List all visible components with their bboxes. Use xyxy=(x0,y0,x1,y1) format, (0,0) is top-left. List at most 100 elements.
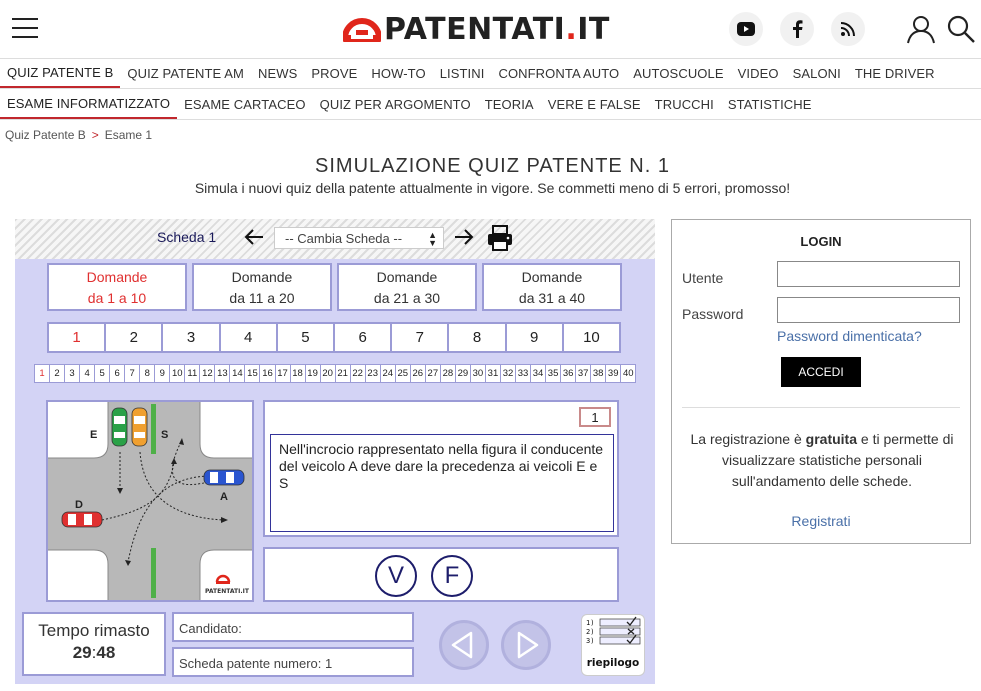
login-divider xyxy=(682,407,960,408)
nav-item-statistiche[interactable]: STATISTICHE xyxy=(721,89,819,119)
menu-icon[interactable] xyxy=(12,18,38,38)
facebook-icon[interactable] xyxy=(780,12,814,46)
question-mini-button[interactable]: 30 xyxy=(471,365,486,382)
question-number-button[interactable]: 2 xyxy=(106,324,164,351)
question-mini-button[interactable]: 35 xyxy=(546,365,562,382)
question-mini-button[interactable]: 37 xyxy=(576,365,592,382)
breadcrumb-separator: > xyxy=(91,128,99,142)
question-mini-button[interactable]: 40 xyxy=(621,365,635,382)
question-mini-button[interactable]: 33 xyxy=(516,365,532,382)
previous-question-button[interactable] xyxy=(439,620,489,670)
user-icon[interactable] xyxy=(906,14,936,44)
question-mini-button[interactable]: 5 xyxy=(95,365,111,382)
question-number-button[interactable]: 6 xyxy=(335,324,393,351)
question-mini-button[interactable]: 9 xyxy=(155,365,171,382)
question-mini-button[interactable]: 8 xyxy=(140,365,156,382)
question-number-button[interactable]: 5 xyxy=(278,324,336,351)
question-mini-button[interactable]: 27 xyxy=(426,365,441,382)
previous-scheda-arrow-icon[interactable] xyxy=(243,227,265,247)
question-group-button[interactable]: Domande da 11 a 20 xyxy=(192,263,332,311)
nav-item-confronta-auto[interactable]: CONFRONTA AUTO xyxy=(491,59,626,88)
nav-item-teoria[interactable]: TEORIA xyxy=(478,89,541,119)
nav-item-trucchi[interactable]: TRUCCHI xyxy=(648,89,721,119)
answer-true-button[interactable]: V xyxy=(375,555,417,597)
question-mini-button[interactable]: 22 xyxy=(351,365,366,382)
question-mini-button[interactable]: 4 xyxy=(80,365,96,382)
question-mini-button[interactable]: 26 xyxy=(411,365,426,382)
question-mini-button[interactable]: 15 xyxy=(245,365,261,382)
question-mini-button[interactable]: 19 xyxy=(306,365,321,382)
next-question-button[interactable] xyxy=(501,620,551,670)
nav-item-news[interactable]: NEWS xyxy=(251,59,304,88)
next-scheda-arrow-icon[interactable] xyxy=(453,227,475,247)
question-mini-button[interactable]: 21 xyxy=(336,365,351,382)
riepilogo-button[interactable]: 1) 2) 3) riepilogo xyxy=(581,614,645,676)
question-mini-button[interactable]: 1 xyxy=(35,365,51,382)
question-mini-button[interactable]: 6 xyxy=(110,365,126,382)
figure-watermark: PATENTATI.IT xyxy=(205,588,250,595)
question-mini-button[interactable]: 38 xyxy=(591,365,607,382)
question-mini-button[interactable]: 24 xyxy=(381,365,396,382)
login-submit-button[interactable]: ACCEDI xyxy=(781,357,861,387)
breadcrumb-item-quiz-patente-b[interactable]: Quiz Patente B xyxy=(5,128,86,142)
question-mini-button[interactable]: 39 xyxy=(606,365,622,382)
nav-item-video[interactable]: VIDEO xyxy=(731,59,786,88)
question-mini-button[interactable]: 18 xyxy=(291,365,306,382)
password-input[interactable] xyxy=(777,297,960,323)
question-group-button[interactable]: Domande da 31 a 40 xyxy=(482,263,622,311)
print-icon[interactable] xyxy=(487,225,513,251)
question-mini-button[interactable]: 3 xyxy=(65,365,81,382)
youtube-icon[interactable] xyxy=(729,12,763,46)
nav-item-the-driver[interactable]: THE DRIVER xyxy=(848,59,942,88)
question-number-button[interactable]: 9 xyxy=(507,324,564,351)
nav-item-how-to[interactable]: HOW-TO xyxy=(364,59,432,88)
question-mini-button[interactable]: 2 xyxy=(50,365,66,382)
cambia-scheda-select[interactable]: -- Cambia Scheda -- ▲ ▼ xyxy=(274,227,444,249)
question-mini-button[interactable]: 31 xyxy=(486,365,501,382)
rss-icon[interactable] xyxy=(831,12,865,46)
question-number-button[interactable]: 3 xyxy=(163,324,221,351)
nav-item-autoscuole[interactable]: AUTOSCUOLE xyxy=(626,59,730,88)
question-mini-button[interactable]: 28 xyxy=(441,365,456,382)
question-mini-button[interactable]: 20 xyxy=(321,365,336,382)
question-mini-button[interactable]: 23 xyxy=(366,365,381,382)
nav-item-saloni[interactable]: SALONI xyxy=(786,59,848,88)
question-number-button[interactable]: 1 xyxy=(49,324,107,351)
nav-item-quiz-patente-am[interactable]: QUIZ PATENTE AM xyxy=(120,59,251,88)
question-mini-button[interactable]: 12 xyxy=(200,365,216,382)
question-mini-button[interactable]: 13 xyxy=(215,365,231,382)
question-mini-button[interactable]: 17 xyxy=(276,365,291,382)
nav-item-quiz-per-argomento[interactable]: QUIZ PER ARGOMENTO xyxy=(313,89,478,119)
question-group-title: Domande xyxy=(231,269,293,285)
question-mini-button[interactable]: 7 xyxy=(125,365,141,382)
register-link[interactable]: Registrati xyxy=(672,513,970,529)
question-mini-button[interactable]: 36 xyxy=(561,365,577,382)
question-number-button[interactable]: 10 xyxy=(564,324,619,351)
site-logo[interactable]: PATENTATI.IT xyxy=(343,11,610,47)
question-number-button[interactable]: 4 xyxy=(221,324,278,351)
breadcrumb-item-esame[interactable]: Esame 1 xyxy=(105,128,152,142)
question-mini-button[interactable]: 29 xyxy=(456,365,471,382)
question-group-button[interactable]: Domande da 1 a 10 xyxy=(47,263,187,311)
nav-item-quiz-patente-b[interactable]: QUIZ PATENTE B xyxy=(0,59,121,88)
question-mini-button[interactable]: 16 xyxy=(260,365,276,382)
question-number-button[interactable]: 8 xyxy=(449,324,507,351)
user-input[interactable] xyxy=(777,261,960,287)
nav-item-esame-informatizzato[interactable]: ESAME INFORMATIZZATO xyxy=(0,89,178,119)
question-group-button[interactable]: Domande da 21 a 30 xyxy=(337,263,477,311)
question-mini-button[interactable]: 11 xyxy=(185,365,201,382)
question-mini-button[interactable]: 32 xyxy=(501,365,516,382)
answer-false-button[interactable]: F xyxy=(431,555,473,597)
question-number-button[interactable]: 7 xyxy=(392,324,450,351)
search-icon[interactable] xyxy=(946,14,976,44)
nav-item-prove[interactable]: PROVE xyxy=(304,59,364,88)
question-mini-button[interactable]: 10 xyxy=(170,365,186,382)
question-mini-button[interactable]: 14 xyxy=(230,365,246,382)
nav-item-vere-e-false[interactable]: VERE E FALSE xyxy=(541,89,648,119)
nav-item-listini[interactable]: LISTINI xyxy=(433,59,492,88)
nav-item-esame-cartaceo[interactable]: ESAME CARTACEO xyxy=(177,89,313,119)
forgot-password-link[interactable]: Password dimenticata? xyxy=(777,328,922,344)
question-mini-button[interactable]: 34 xyxy=(531,365,547,382)
left-triangle-icon xyxy=(451,631,473,659)
question-mini-button[interactable]: 25 xyxy=(396,365,411,382)
